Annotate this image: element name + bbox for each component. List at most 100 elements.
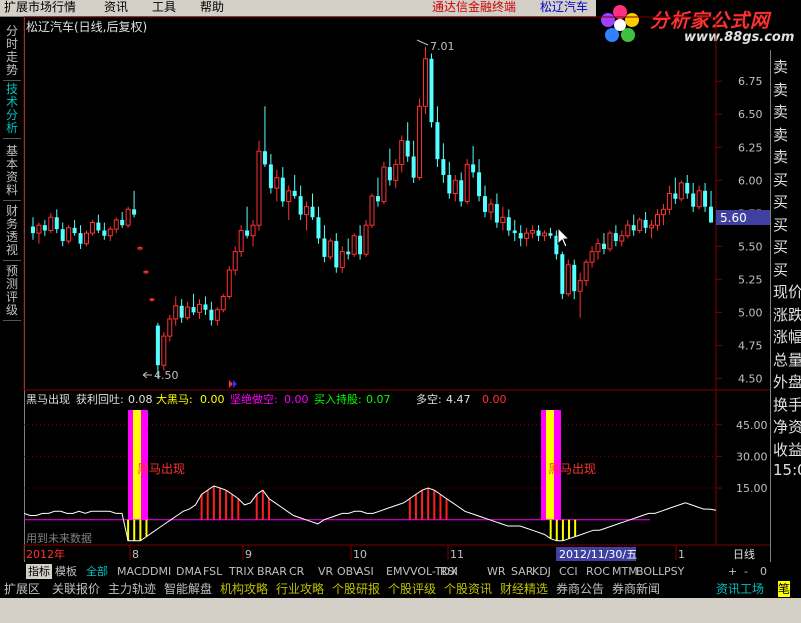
candle-body[interactable] (322, 238, 327, 257)
candle-body[interactable] (173, 305, 179, 320)
candle-body[interactable] (423, 58, 429, 107)
candle-body[interactable] (607, 232, 613, 250)
indicator-tab[interactable]: VR (318, 564, 333, 579)
indicator-tab[interactable]: SAR (511, 564, 533, 579)
indicator-tab[interactable]: MACD (117, 564, 150, 579)
candle-body[interactable] (691, 193, 696, 207)
candle-body[interactable] (369, 195, 375, 226)
function-tab[interactable]: 智能解盘 (164, 581, 212, 597)
indicator-tab[interactable]: PSY (664, 564, 684, 579)
candle-body[interactable] (524, 232, 530, 239)
event-marker-icon[interactable] (233, 380, 237, 388)
period-label[interactable]: 日线 (733, 547, 755, 561)
indicator-tab[interactable]: RSI (440, 564, 458, 579)
candle-body[interactable] (417, 105, 423, 179)
candle-body[interactable] (149, 298, 155, 301)
function-tab[interactable]: 券商公告 (556, 581, 604, 597)
indicator-tab[interactable]: EMV (386, 564, 410, 579)
candle-body[interactable] (709, 206, 714, 223)
candle-body[interactable] (132, 209, 137, 215)
candle-body[interactable] (471, 164, 476, 173)
candle-body[interactable] (214, 309, 220, 321)
candle-body[interactable] (363, 224, 369, 255)
candle-body[interactable] (703, 190, 708, 207)
function-tab[interactable]: 机构攻略 (220, 581, 268, 597)
candle-body[interactable] (316, 217, 321, 239)
candle-body[interactable] (536, 230, 541, 236)
candle-body[interactable] (238, 229, 244, 253)
candle-body[interactable] (387, 167, 392, 181)
candle-body[interactable] (245, 230, 250, 236)
function-tab[interactable]: 行业攻略 (276, 581, 324, 597)
candle-body[interactable] (72, 227, 77, 234)
indicator-tab[interactable]: WR (487, 564, 506, 579)
candle-body[interactable] (678, 182, 684, 200)
function-tab[interactable]: 券商新闻 (612, 581, 660, 597)
candle-body[interactable] (334, 241, 339, 268)
candle-body[interactable] (601, 243, 606, 249)
candle-body[interactable] (447, 175, 452, 194)
candle-body[interactable] (54, 217, 59, 230)
candle-body[interactable] (577, 280, 583, 292)
indicator-tab[interactable]: 模板 (55, 564, 77, 579)
candle-body[interactable] (113, 219, 119, 230)
candle-body[interactable] (107, 228, 113, 237)
candle-body[interactable] (506, 217, 511, 231)
candle-body[interactable] (548, 233, 553, 236)
candle-body[interactable] (351, 235, 357, 255)
candle-body[interactable] (256, 150, 262, 226)
indicator-tab[interactable]: 指标 (26, 564, 52, 579)
candle-body[interactable] (393, 163, 399, 181)
candle-body[interactable] (666, 192, 672, 210)
indicator-tab[interactable]: CCI (559, 564, 578, 579)
candle-body[interactable] (631, 225, 636, 231)
function-tab[interactable]: 扩展区 (4, 581, 40, 597)
function-tab[interactable]: 个股研报 (332, 581, 380, 597)
candle-body[interactable] (358, 235, 363, 255)
indicator-tab[interactable]: MTM (612, 564, 638, 579)
zoom-control-button[interactable]: + (728, 564, 737, 579)
candle-body[interactable] (500, 216, 506, 224)
function-tab[interactable]: 关联报价 (52, 581, 100, 597)
candle-body[interactable] (452, 179, 458, 194)
indicator-tab[interactable]: FSL (203, 564, 222, 579)
candle-body[interactable] (262, 151, 267, 165)
candle-body[interactable] (102, 230, 107, 236)
candle-body[interactable] (560, 254, 565, 294)
candle-body[interactable] (459, 180, 464, 202)
function-tab[interactable]: 个股资讯 (444, 581, 492, 597)
indicator-tab[interactable]: ROC (586, 564, 610, 579)
candle-body[interactable] (161, 335, 167, 366)
candle-body[interactable] (268, 164, 273, 189)
candle-body[interactable] (405, 140, 410, 157)
candle-body[interactable] (274, 177, 280, 189)
candle-body[interactable] (209, 309, 214, 321)
candle-body[interactable] (595, 243, 601, 253)
candle-body[interactable] (179, 305, 184, 318)
candle-body[interactable] (125, 208, 131, 226)
candle-body[interactable] (346, 251, 351, 255)
candle-body[interactable] (48, 216, 54, 231)
candle-body[interactable] (411, 156, 416, 178)
chart-area[interactable]: 6.756.506.256.005.755.505.255.004.754.50… (0, 0, 770, 563)
candle-body[interactable] (155, 325, 160, 366)
candle-body[interactable] (649, 224, 655, 229)
candle-body[interactable] (441, 159, 446, 175)
candle-body[interactable] (30, 226, 35, 234)
candle-body[interactable] (339, 251, 345, 268)
candle-body[interactable] (399, 140, 405, 165)
right-edge-tab[interactable]: 笔 (778, 581, 791, 597)
candle-body[interactable] (673, 193, 678, 199)
candle-body[interactable] (512, 230, 517, 234)
candle-body[interactable] (60, 229, 65, 242)
candle-body[interactable] (494, 204, 499, 223)
candle-body[interactable] (220, 296, 226, 311)
zoom-control-button[interactable]: - (744, 564, 748, 579)
candle-body[interactable] (203, 304, 208, 310)
indicator-tab[interactable]: KDJ (532, 564, 551, 579)
candle-body[interactable] (36, 224, 42, 234)
candle-body[interactable] (304, 206, 310, 216)
candle-body[interactable] (78, 233, 83, 244)
indicator-tab[interactable]: DMA (176, 564, 202, 579)
candle-body[interactable] (565, 264, 571, 295)
